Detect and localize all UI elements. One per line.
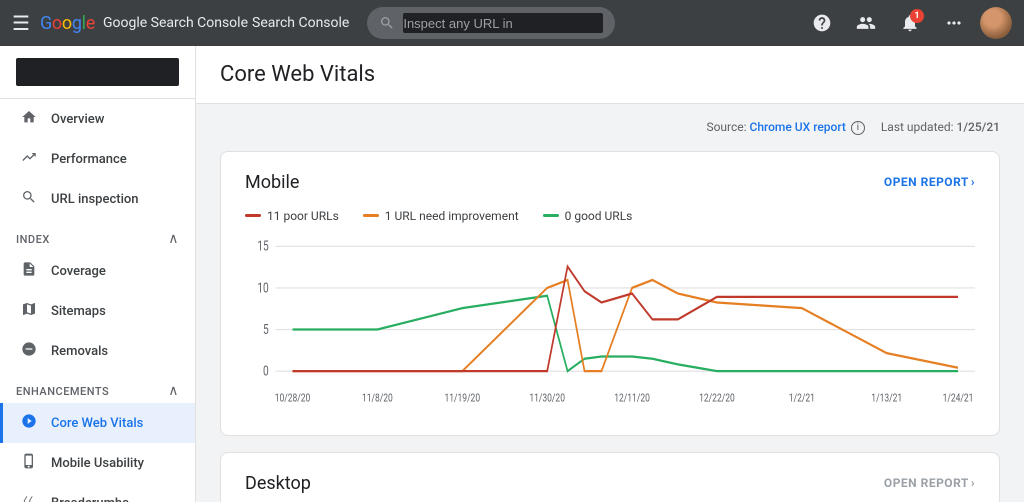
sidebar-label-overview: Overview [51, 112, 104, 127]
sidebar-item-coverage[interactable]: Coverage [0, 251, 195, 291]
notification-badge: 1 [910, 9, 924, 23]
sidebar-domain [0, 46, 195, 99]
nav-section-enhancements: Enhancements ∧ [0, 371, 195, 403]
logo: Google Google Search Console Search Cons… [40, 13, 349, 34]
home-icon [19, 109, 39, 129]
index-chevron-icon[interactable]: ∧ [168, 231, 179, 247]
legend-label-improvement: 1 URL need improvement [385, 209, 519, 223]
sidebar-label-coverage: Coverage [51, 264, 106, 279]
search-icon [379, 15, 395, 31]
legend-good: 0 good URLs [543, 209, 633, 223]
desktop-card-title: Desktop [245, 473, 311, 494]
mobile-card: Mobile OPEN REPORT › 11 poor URLs 1 URL … [220, 151, 1000, 436]
svg-text:1/13/21: 1/13/21 [871, 392, 902, 404]
breadcrumbs-icon [19, 493, 39, 502]
mobile-chart-legend: 11 poor URLs 1 URL need improvement 0 go… [245, 209, 975, 223]
content-header: Core Web Vitals [196, 46, 1024, 104]
users-button[interactable] [848, 5, 884, 41]
sidebar-item-url-inspection[interactable]: URL inspection [0, 179, 195, 219]
svg-text:0: 0 [263, 363, 269, 379]
page-title: Core Web Vitals [220, 62, 375, 87]
svg-text:1/2/21: 1/2/21 [789, 392, 815, 404]
apps-button[interactable] [936, 5, 972, 41]
sidebar-item-removals[interactable]: Removals [0, 331, 195, 371]
help-button[interactable] [804, 5, 840, 41]
mobile-usability-icon [19, 453, 39, 473]
sidebar: Overview Performance URL inspection Inde… [0, 46, 196, 502]
sidebar-label-core-web-vitals: Core Web Vitals [51, 416, 143, 431]
header-icons: 1 [804, 5, 1012, 41]
legend-label-poor: 11 poor URLs [267, 209, 339, 223]
search-nav-icon [19, 189, 39, 209]
sidebar-item-sitemaps[interactable]: Sitemaps [0, 291, 195, 331]
core-web-vitals-icon [19, 413, 39, 433]
sidebar-item-overview[interactable]: Overview [0, 99, 195, 139]
main-content: Core Web Vitals Source: Chrome UX report… [196, 46, 1024, 502]
console-label: Google Search Console [103, 15, 248, 31]
mobile-chart: 15 10 5 0 10/28/20 11/8/20 11/19/20 11/3… [245, 235, 975, 415]
svg-text:10/28/20: 10/28/20 [275, 392, 311, 404]
svg-text:10: 10 [257, 280, 269, 296]
sidebar-label-breadcrumbs: Breadcrumbs [51, 496, 129, 502]
removals-icon [19, 341, 39, 361]
legend-label-good: 0 good URLs [565, 209, 633, 223]
svg-text:11/8/20: 11/8/20 [362, 392, 393, 404]
svg-text:5: 5 [263, 321, 269, 337]
notifications-button[interactable]: 1 [892, 5, 928, 41]
sidebar-item-breadcrumbs[interactable]: Breadcrumbs [0, 483, 195, 502]
mobile-chart-svg: 15 10 5 0 10/28/20 11/8/20 11/19/20 11/3… [245, 235, 975, 415]
legend-dot-improvement [363, 214, 379, 217]
mobile-open-report-button[interactable]: OPEN REPORT › [884, 175, 975, 189]
last-updated-value: 1/25/21 [957, 120, 1000, 134]
desktop-card: Desktop OPEN REPORT › [220, 452, 1000, 502]
domain-bar [16, 58, 179, 86]
search-bar[interactable] [367, 7, 615, 39]
sidebar-label-performance: Performance [51, 152, 127, 167]
last-updated-label: Last updated: 1/25/21 [881, 120, 1000, 134]
search-input[interactable] [403, 13, 603, 33]
svg-text:1/24/21: 1/24/21 [943, 392, 974, 404]
desktop-open-report-button[interactable]: OPEN REPORT › [884, 476, 975, 490]
enhancements-chevron-icon[interactable]: ∧ [168, 383, 179, 399]
performance-icon [19, 149, 39, 169]
sidebar-item-mobile-usability[interactable]: Mobile Usability [0, 443, 195, 483]
desktop-card-header: Desktop OPEN REPORT › [245, 473, 975, 494]
legend-dot-good [543, 214, 559, 217]
sidebar-label-removals: Removals [51, 344, 108, 359]
menu-icon[interactable]: ☰ [12, 11, 30, 35]
nav-section-index: Index ∧ [0, 219, 195, 251]
info-icon[interactable]: i [851, 121, 865, 135]
avatar[interactable] [980, 7, 1012, 39]
svg-text:15: 15 [257, 238, 269, 254]
legend-dot-poor [245, 214, 261, 217]
mobile-card-header: Mobile OPEN REPORT › [245, 172, 975, 193]
source-value: Chrome UX report [750, 120, 846, 134]
top-header: ☰ Google Google Search Console Search Co… [0, 0, 1024, 46]
sidebar-item-core-web-vitals[interactable]: Core Web Vitals [0, 403, 195, 443]
legend-poor: 11 poor URLs [245, 209, 339, 223]
svg-text:11/30/20: 11/30/20 [529, 392, 565, 404]
coverage-icon [19, 261, 39, 281]
sidebar-label-url-inspection: URL inspection [51, 192, 139, 207]
sidebar-item-performance[interactable]: Performance [0, 139, 195, 179]
sidebar-label-sitemaps: Sitemaps [51, 304, 106, 319]
legend-improvement: 1 URL need improvement [363, 209, 519, 223]
source-label: Source: Chrome UX report i [706, 120, 864, 135]
mobile-card-title: Mobile [245, 172, 299, 193]
svg-text:11/19/20: 11/19/20 [445, 392, 481, 404]
sidebar-label-mobile-usability: Mobile Usability [51, 456, 144, 471]
sitemaps-icon [19, 301, 39, 321]
svg-text:12/11/20: 12/11/20 [614, 392, 650, 404]
content-body: Source: Chrome UX report i Last updated:… [196, 104, 1024, 502]
main-layout: Overview Performance URL inspection Inde… [0, 46, 1024, 502]
svg-text:12/22/20: 12/22/20 [699, 392, 735, 404]
source-info: Source: Chrome UX report i Last updated:… [220, 120, 1000, 135]
